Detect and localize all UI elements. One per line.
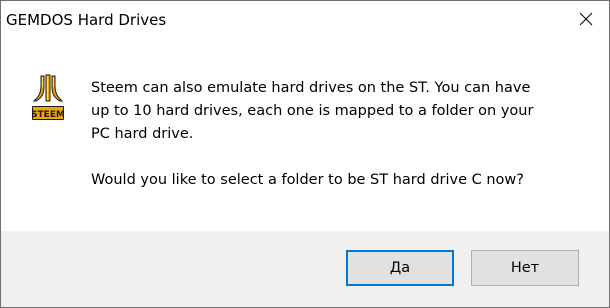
steem-logo-text: STEEM xyxy=(32,110,64,120)
window-title: GEMDOS Hard Drives xyxy=(6,11,167,29)
yes-button[interactable]: Да xyxy=(346,250,454,286)
steem-logo-icon: STEEM xyxy=(32,74,64,120)
message-paragraph-1: Steem can also emulate hard drives on th… xyxy=(91,80,534,142)
title-bar[interactable]: GEMDOS Hard Drives xyxy=(1,1,609,41)
dialog-content: STEEM Steem can also emulate hard drives… xyxy=(1,41,609,231)
dialog-window: GEMDOS Hard Drives STEEM Steem can also … xyxy=(0,0,610,308)
message-text: Steem can also emulate hard drives on th… xyxy=(91,77,596,192)
no-button[interactable]: Нет xyxy=(471,250,579,286)
message-paragraph-2: Would you like to select a folder to be … xyxy=(91,172,524,188)
close-icon xyxy=(579,12,593,26)
close-button[interactable] xyxy=(563,1,609,37)
button-bar: Да Нет xyxy=(1,231,609,307)
